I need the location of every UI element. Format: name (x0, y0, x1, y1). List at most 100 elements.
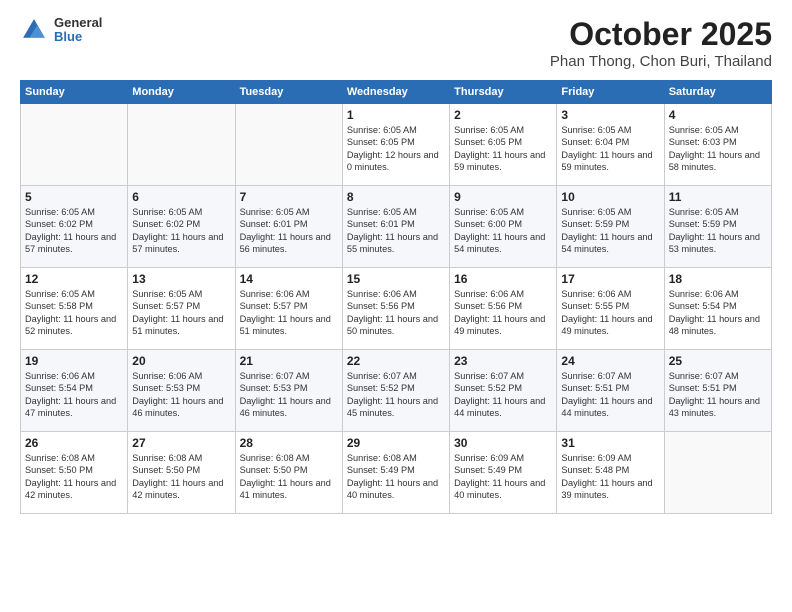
day-number: 26 (25, 436, 123, 450)
weekday-header-friday: Friday (557, 81, 664, 104)
logo-general: General (54, 16, 102, 30)
day-cell-22: 22 Sunrise: 6:07 AM Sunset: 5:52 PM Dayli… (342, 350, 449, 432)
day-cell-12: 12 Sunrise: 6:05 AM Sunset: 5:58 PM Dayli… (21, 268, 128, 350)
week-row-2: 5 Sunrise: 6:05 AM Sunset: 6:02 PM Daylig… (21, 186, 772, 268)
day-cell-17: 17Sunrise: 6:06 AM Sunset: 5:55 PM Dayli… (557, 268, 664, 350)
day-info: Sunrise: 6:07 AM Sunset: 5:51 PM Dayligh… (561, 370, 659, 420)
day-info: Sunrise: 6:09 AM Sunset: 5:49 PM Dayligh… (454, 452, 552, 502)
page-container: General Blue October 2025 Phan Thong, Ch… (0, 0, 792, 524)
day-info: Sunrise: 6:08 AM Sunset: 5:49 PM Dayligh… (347, 452, 445, 502)
day-number: 3 (561, 108, 659, 122)
day-cell-11: 11 Sunrise: 6:05 AM Sunset: 5:59 PM Dayli… (664, 186, 771, 268)
day-cell-1: 1Sunrise: 6:05 AM Sunset: 6:05 PM Daylig… (342, 104, 449, 186)
day-info: Sunrise: 6:06 AM Sunset: 5:54 PM Dayligh… (669, 288, 767, 338)
day-info: Sunrise: 6:05 AM Sunset: 6:01 PM Dayligh… (347, 206, 445, 256)
day-cell-23: 23 Sunrise: 6:07 AM Sunset: 5:52 PM Dayli… (450, 350, 557, 432)
day-number: 19 (25, 354, 123, 368)
day-info: Sunrise: 6:06 AM Sunset: 5:56 PM Dayligh… (454, 288, 552, 338)
weekday-header-monday: Monday (128, 81, 235, 104)
title-block: October 2025 Phan Thong, Chon Buri, Thai… (550, 16, 772, 70)
logo-text: General Blue (54, 16, 102, 45)
day-cell-9: 9Sunrise: 6:05 AM Sunset: 6:00 PM Daylig… (450, 186, 557, 268)
calendar-table: SundayMondayTuesdayWednesdayThursdayFrid… (20, 80, 772, 514)
day-number: 10 (561, 190, 659, 204)
day-info: Sunrise: 6:06 AM Sunset: 5:53 PM Dayligh… (132, 370, 230, 420)
weekday-header-tuesday: Tuesday (235, 81, 342, 104)
day-info: Sunrise: 6:05 AM Sunset: 6:01 PM Dayligh… (240, 206, 338, 256)
day-number: 13 (132, 272, 230, 286)
day-number: 12 (25, 272, 123, 286)
header: General Blue October 2025 Phan Thong, Ch… (20, 16, 772, 70)
day-cell-29: 29 Sunrise: 6:08 AM Sunset: 5:49 PM Dayli… (342, 432, 449, 514)
logo: General Blue (20, 16, 102, 45)
day-cell-3: 3 Sunrise: 6:05 AM Sunset: 6:04 PM Daylig… (557, 104, 664, 186)
day-cell-18: 18Sunrise: 6:06 AM Sunset: 5:54 PM Dayli… (664, 268, 771, 350)
day-number: 28 (240, 436, 338, 450)
day-cell-5: 5 Sunrise: 6:05 AM Sunset: 6:02 PM Daylig… (21, 186, 128, 268)
day-cell-21: 21 Sunrise: 6:07 AM Sunset: 5:53 PM Dayli… (235, 350, 342, 432)
weekday-header-sunday: Sunday (21, 81, 128, 104)
day-info: Sunrise: 6:07 AM Sunset: 5:52 PM Dayligh… (454, 370, 552, 420)
day-number: 1 (347, 108, 445, 122)
day-info: Sunrise: 6:07 AM Sunset: 5:52 PM Dayligh… (347, 370, 445, 420)
day-number: 24 (561, 354, 659, 368)
day-info: Sunrise: 6:05 AM Sunset: 6:02 PM Dayligh… (25, 206, 123, 256)
day-info: Sunrise: 6:09 AM Sunset: 5:48 PM Dayligh… (561, 452, 659, 502)
location-title: Phan Thong, Chon Buri, Thailand (550, 53, 772, 70)
day-cell-14: 14 Sunrise: 6:06 AM Sunset: 5:57 PM Dayli… (235, 268, 342, 350)
day-cell-20: 20 Sunrise: 6:06 AM Sunset: 5:53 PM Dayli… (128, 350, 235, 432)
day-info: Sunrise: 6:05 AM Sunset: 6:04 PM Dayligh… (561, 124, 659, 174)
day-cell-30: 30Sunrise: 6:09 AM Sunset: 5:49 PM Dayli… (450, 432, 557, 514)
weekday-header-wednesday: Wednesday (342, 81, 449, 104)
day-info: Sunrise: 6:08 AM Sunset: 5:50 PM Dayligh… (132, 452, 230, 502)
day-info: Sunrise: 6:07 AM Sunset: 5:53 PM Dayligh… (240, 370, 338, 420)
day-info: Sunrise: 6:05 AM Sunset: 5:59 PM Dayligh… (561, 206, 659, 256)
day-info: Sunrise: 6:06 AM Sunset: 5:57 PM Dayligh… (240, 288, 338, 338)
day-number: 11 (669, 190, 767, 204)
empty-cell (235, 104, 342, 186)
day-info: Sunrise: 6:05 AM Sunset: 5:58 PM Dayligh… (25, 288, 123, 338)
day-number: 7 (240, 190, 338, 204)
day-cell-28: 28 Sunrise: 6:08 AM Sunset: 5:50 PM Dayli… (235, 432, 342, 514)
weekday-header-thursday: Thursday (450, 81, 557, 104)
day-number: 8 (347, 190, 445, 204)
day-cell-4: 4 Sunrise: 6:05 AM Sunset: 6:03 PM Daylig… (664, 104, 771, 186)
day-cell-7: 7 Sunrise: 6:05 AM Sunset: 6:01 PM Daylig… (235, 186, 342, 268)
day-info: Sunrise: 6:07 AM Sunset: 5:51 PM Dayligh… (669, 370, 767, 420)
day-cell-26: 26Sunrise: 6:08 AM Sunset: 5:50 PM Dayli… (21, 432, 128, 514)
week-row-3: 12 Sunrise: 6:05 AM Sunset: 5:58 PM Dayli… (21, 268, 772, 350)
day-info: Sunrise: 6:08 AM Sunset: 5:50 PM Dayligh… (240, 452, 338, 502)
day-cell-27: 27 Sunrise: 6:08 AM Sunset: 5:50 PM Dayli… (128, 432, 235, 514)
weekday-header-row: SundayMondayTuesdayWednesdayThursdayFrid… (21, 81, 772, 104)
day-number: 5 (25, 190, 123, 204)
day-info: Sunrise: 6:05 AM Sunset: 6:03 PM Dayligh… (669, 124, 767, 174)
day-cell-15: 15Sunrise: 6:06 AM Sunset: 5:56 PM Dayli… (342, 268, 449, 350)
day-info: Sunrise: 6:05 AM Sunset: 6:00 PM Dayligh… (454, 206, 552, 256)
day-number: 20 (132, 354, 230, 368)
day-cell-31: 31Sunrise: 6:09 AM Sunset: 5:48 PM Dayli… (557, 432, 664, 514)
day-number: 29 (347, 436, 445, 450)
day-number: 21 (240, 354, 338, 368)
day-cell-24: 24 Sunrise: 6:07 AM Sunset: 5:51 PM Dayli… (557, 350, 664, 432)
day-number: 17 (561, 272, 659, 286)
week-row-1: 1Sunrise: 6:05 AM Sunset: 6:05 PM Daylig… (21, 104, 772, 186)
day-number: 14 (240, 272, 338, 286)
day-number: 25 (669, 354, 767, 368)
day-info: Sunrise: 6:05 AM Sunset: 6:02 PM Dayligh… (132, 206, 230, 256)
month-title: October 2025 (550, 16, 772, 53)
day-info: Sunrise: 6:05 AM Sunset: 5:57 PM Dayligh… (132, 288, 230, 338)
day-cell-2: 2Sunrise: 6:05 AM Sunset: 6:05 PM Daylig… (450, 104, 557, 186)
logo-icon (20, 16, 48, 44)
day-number: 22 (347, 354, 445, 368)
day-info: Sunrise: 6:06 AM Sunset: 5:56 PM Dayligh… (347, 288, 445, 338)
day-info: Sunrise: 6:06 AM Sunset: 5:54 PM Dayligh… (25, 370, 123, 420)
day-info: Sunrise: 6:05 AM Sunset: 5:59 PM Dayligh… (669, 206, 767, 256)
day-number: 27 (132, 436, 230, 450)
day-cell-13: 13 Sunrise: 6:05 AM Sunset: 5:57 PM Dayli… (128, 268, 235, 350)
logo-blue: Blue (54, 30, 102, 44)
empty-cell (128, 104, 235, 186)
day-number: 4 (669, 108, 767, 122)
day-cell-8: 8 Sunrise: 6:05 AM Sunset: 6:01 PM Daylig… (342, 186, 449, 268)
day-cell-6: 6Sunrise: 6:05 AM Sunset: 6:02 PM Daylig… (128, 186, 235, 268)
day-number: 23 (454, 354, 552, 368)
